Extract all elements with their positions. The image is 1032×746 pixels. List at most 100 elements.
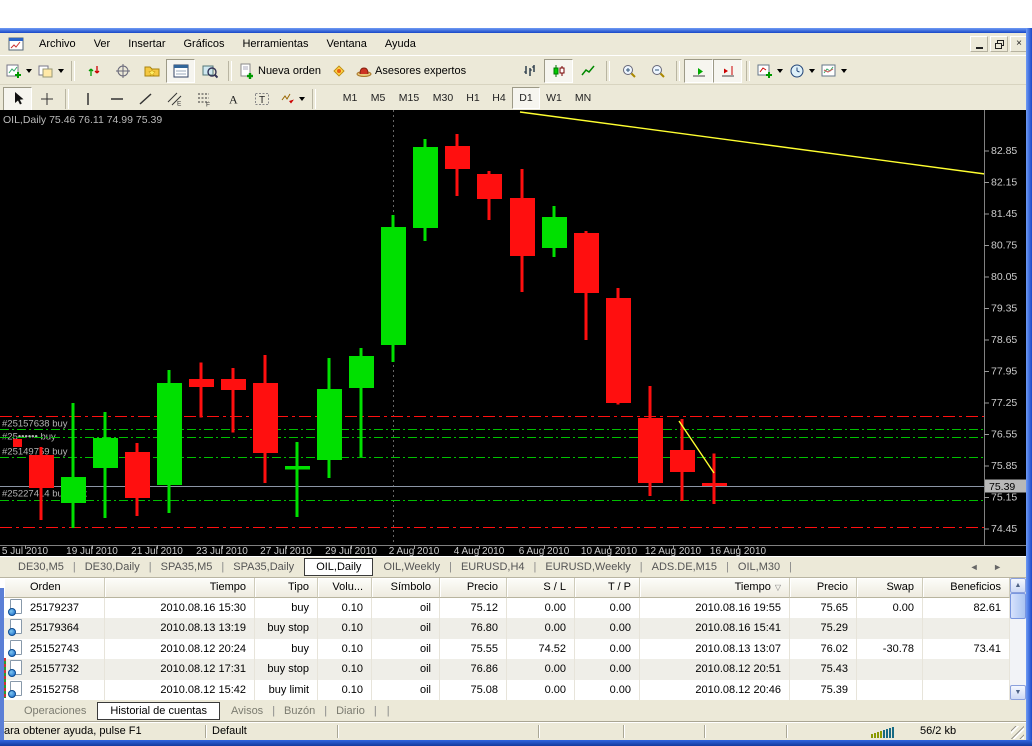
fibonacci-button[interactable]: F [189,87,218,111]
terminal-tabs-bar: OperacionesHistorial de cuentasAvisos|Bu… [0,700,1032,722]
chart-tab-eurusd-weekly[interactable]: EURUSD,Weekly [541,561,634,573]
chart-area[interactable]: #25157638 buy#25•••••• buy#25149759 buy#… [0,110,1032,556]
data-window-button[interactable] [108,59,137,83]
chart-tab-oil-daily[interactable]: OIL,Daily [304,558,373,576]
market-watch-button[interactable] [79,59,108,83]
history-row-25152743[interactable]: 251527432010.08.12 20:24buy0.10oil75.557… [4,639,1010,659]
cell [857,680,923,700]
terminal-tab-diario[interactable]: Diario [332,705,369,717]
line-chart-button[interactable] [573,59,602,83]
column-header-tiempo-8[interactable]: Tiempo▽ [640,578,790,598]
menu-insertar[interactable]: Insertar [119,35,174,53]
timeframe-h4[interactable]: H4 [486,87,512,109]
bar-chart-button[interactable] [515,59,544,83]
terminal-tab-operaciones[interactable]: Operaciones [20,705,90,717]
column-header-orden-0[interactable]: Orden [4,578,105,598]
column-header-tiempo-1[interactable]: Tiempo [105,578,255,598]
metaeditor-button[interactable] [324,59,353,83]
restore-button[interactable] [990,36,1008,52]
toolbar-separator [71,61,75,81]
strategy-tester-button[interactable] [195,59,224,83]
tab-scroll-arrows[interactable]: ◄ ► [970,562,1008,572]
zoom-out-button[interactable] [643,59,672,83]
timeframe-d1[interactable]: D1 [512,87,540,109]
column-header-beneficios-11[interactable]: Beneficios [923,578,1010,598]
text-label-button[interactable]: T [247,87,276,111]
chart-tab-de30-m5[interactable]: DE30,M5 [14,561,68,573]
history-row-25152758[interactable]: 251527582010.08.12 15:42buy limit0.10oil… [4,680,1010,700]
menu-ayuda[interactable]: Ayuda [376,35,425,53]
column-header-sl-6[interactable]: S / L [507,578,575,598]
navigator-button[interactable] [137,59,166,83]
history-row-25179237[interactable]: 251792372010.08.16 15:30buy0.10oil75.120… [4,598,1010,618]
templates-button[interactable] [818,59,850,83]
cell: 75.08 [440,680,507,700]
column-header-tipo-2[interactable]: Tipo [255,578,318,598]
table-scrollbar[interactable]: ▲ ▼ [1010,578,1026,700]
column-header-precio-9[interactable]: Precio [790,578,857,598]
toolbar-separator [228,61,232,81]
scroll-up-button[interactable]: ▲ [1010,578,1026,593]
auto-scroll-button[interactable] [684,59,713,83]
trendline-button[interactable] [131,87,160,111]
chart-tab-eurusd-h4[interactable]: EURUSD,H4 [457,561,529,573]
toolbar-separator [746,61,750,81]
candlestick-chart-button[interactable] [544,59,573,83]
status-divider [205,725,206,738]
status-divider [337,725,338,738]
arrow-tools-button[interactable] [276,87,308,111]
column-header-smbolo-4[interactable]: Símbolo [372,578,440,598]
timeframe-w1[interactable]: W1 [540,87,568,109]
indicators-button[interactable] [754,59,786,83]
chart-tab-spa35-m5[interactable]: SPA35,M5 [157,561,217,573]
cursor-button[interactable] [3,87,32,111]
chart-shift-button[interactable] [713,59,742,83]
column-header-volu-3[interactable]: Volu... [318,578,372,598]
timeframe-m30[interactable]: M30 [426,87,460,109]
chart-tab-oil-m30[interactable]: OIL,M30 [734,561,784,573]
chevron-down-icon [841,69,847,73]
scrollbar-thumb[interactable] [1010,593,1026,619]
chart-tab-ads-de-m15[interactable]: ADS.DE,M15 [648,561,721,573]
column-header-precio-5[interactable]: Precio [440,578,507,598]
chart-tab-de30-daily[interactable]: DE30,Daily [81,561,144,573]
menu-ventana[interactable]: Ventana [318,35,376,53]
column-header-swap-10[interactable]: Swap [857,578,923,598]
expert-advisors-button[interactable]: Asesores expertos [353,59,469,83]
menu-archivo[interactable]: Archivo [30,35,85,53]
timeframe-m5[interactable]: M5 [364,87,392,109]
terminal-button[interactable] [166,59,195,83]
new-chart-button[interactable] [3,59,35,83]
vertical-line-button[interactable] [73,87,102,111]
column-header-tp-7[interactable]: T / P [575,578,640,598]
terminal-tab-historial-de-cuentas[interactable]: Historial de cuentas [97,702,220,720]
zoom-in-button[interactable] [614,59,643,83]
scroll-down-button[interactable]: ▼ [1010,685,1026,700]
terminal-tab-avisos[interactable]: Avisos [227,705,267,717]
horizontal-line-button[interactable] [102,87,131,111]
candlestick-chart[interactable]: #25157638 buy#25•••••• buy#25149759 buy#… [0,110,1032,556]
text-button[interactable]: A [218,87,247,111]
history-row-25179364[interactable]: 251793642010.08.13 13:19buy stop0.10oil7… [4,618,1010,638]
chart-tab-oil-weekly[interactable]: OIL,Weekly [379,561,444,573]
timeframe-h1[interactable]: H1 [460,87,486,109]
timeframe-m1[interactable]: M1 [336,87,364,109]
menu-graficos[interactable]: Gráficos [175,35,234,53]
new-order-button[interactable]: Nueva orden [236,59,324,83]
periods-button[interactable] [786,59,818,83]
history-row-25157732[interactable]: 251577322010.08.12 17:31buy stop0.10oil7… [4,659,1010,679]
new-order-icon [239,63,255,79]
profiles-button[interactable] [35,59,67,83]
timeframe-m15[interactable]: M15 [392,87,426,109]
chart-tab-spa35-daily[interactable]: SPA35,Daily [229,561,298,573]
fibonacci-icon: F [196,91,212,107]
resize-grip[interactable] [1011,726,1024,739]
timeframe-mn[interactable]: MN [568,87,598,109]
menu-ver[interactable]: Ver [85,35,120,53]
crosshair-button[interactable] [32,87,61,111]
status-profile[interactable]: Default [212,725,247,737]
equidistant-channel-button[interactable]: E [160,87,189,111]
menu-herramientas[interactable]: Herramientas [233,35,317,53]
minimize-button[interactable] [970,36,988,52]
terminal-tab-buz-n[interactable]: Buzón [280,705,319,717]
